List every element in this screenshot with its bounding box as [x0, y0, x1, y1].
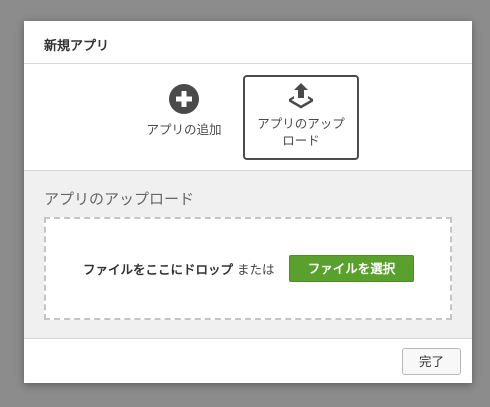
add-app-option[interactable]: アプリの追加: [138, 78, 230, 158]
choice-row: アプリの追加 アプリのアップ ロード: [24, 64, 472, 171]
new-app-dialog: 新規アプリ アプリの追加 アプリのアップ ロード アプリのアップロード ファイル…: [24, 21, 472, 383]
dialog-footer: 完了: [24, 339, 472, 383]
select-file-button[interactable]: ファイルを選択: [289, 255, 414, 282]
upload-tray-icon: [289, 83, 313, 109]
upload-app-label-line2: ロード: [282, 133, 320, 148]
dialog-title: 新規アプリ: [44, 39, 110, 54]
upload-app-label-line1: アプリのアップ: [257, 116, 345, 131]
plus-circle-icon: [169, 84, 199, 114]
add-app-label: アプリの追加: [146, 122, 222, 137]
upload-app-option[interactable]: アプリのアップ ロード: [243, 75, 359, 160]
dialog-header: 新規アプリ: [24, 21, 472, 64]
upload-panel-title: アプリのアップロード: [44, 190, 195, 208]
file-dropzone[interactable]: ファイルをここにドロップ または ファイルを選択: [44, 217, 452, 320]
done-button[interactable]: 完了: [402, 348, 461, 375]
drop-text: ファイルをここにドロップ: [83, 262, 234, 277]
drop-instructions: ファイルをここにドロップ または: [83, 259, 275, 278]
upload-app-label: アプリのアップ ロード: [245, 115, 357, 149]
or-text: または: [237, 262, 275, 277]
upload-panel: アプリのアップロード ファイルをここにドロップ または ファイルを選択: [24, 171, 472, 339]
